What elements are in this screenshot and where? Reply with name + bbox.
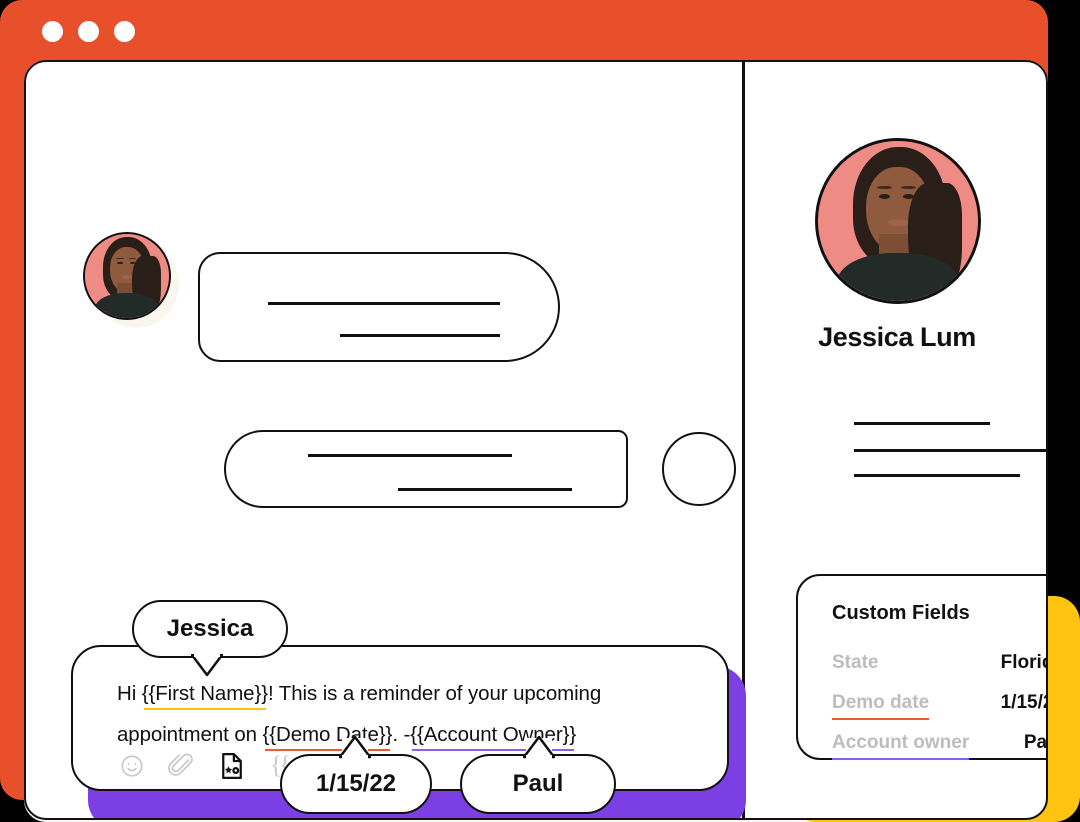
callout-tail	[191, 654, 223, 677]
callout-demo-date-label: 1/15/22	[315, 770, 397, 797]
custom-fields-card: Custom Fields State Florida Demo date 1/…	[796, 574, 1048, 760]
profile-placeholder-line	[854, 422, 990, 425]
callout-author[interactable]: Jessica	[132, 600, 288, 677]
window-titlebar	[0, 0, 1048, 62]
avatar-photo	[85, 234, 169, 318]
custom-field-value: Florida	[1000, 652, 1046, 673]
template-icon[interactable]	[217, 751, 247, 781]
composer-message-text[interactable]: Hi {{First Name}}! This is a reminder of…	[117, 673, 697, 755]
profile-placeholder-line	[854, 474, 1020, 477]
custom-field-key: Account owner	[832, 732, 970, 760]
avatar-ring	[83, 232, 171, 320]
window-maximize-button[interactable]	[114, 20, 135, 42]
incoming-message-bubble[interactable]	[198, 252, 560, 362]
profile-avatar-ring	[815, 138, 981, 304]
message-placeholder-line	[308, 454, 512, 457]
msg-seg-2: ! This is a reminder of your upcoming	[267, 682, 602, 705]
conversation-panel: Hi {{First Name}}! This is a reminder of…	[26, 62, 746, 818]
profile-avatar[interactable]	[815, 138, 981, 304]
custom-field-row-account-owner[interactable]: Account owner Paul	[832, 728, 1048, 760]
custom-field-row-state[interactable]: State Florida	[832, 648, 1046, 678]
callout-demo-date[interactable]: 1/15/22	[280, 736, 432, 814]
profile-placeholder-line	[854, 449, 1046, 452]
callout-tail	[523, 736, 555, 759]
window-close-button[interactable]	[42, 20, 63, 42]
message-placeholder-line	[340, 334, 500, 337]
callout-account-owner[interactable]: Paul	[460, 736, 616, 814]
emoji-icon[interactable]	[119, 753, 145, 779]
outgoing-avatar-placeholder	[662, 432, 736, 506]
window-minimize-button[interactable]	[78, 20, 99, 42]
callout-author-label: Jessica	[166, 615, 254, 642]
custom-field-value: 1/15/22	[1000, 692, 1046, 713]
custom-field-row-demo-date[interactable]: Demo date 1/15/22	[832, 688, 1046, 720]
msg-seg-4: . -	[392, 723, 411, 746]
app-window: Hi {{First Name}}! This is a reminder of…	[0, 0, 1080, 822]
callout-tail	[339, 736, 371, 759]
callout-account-owner-label: Paul	[512, 770, 564, 797]
message-placeholder-line	[398, 488, 572, 491]
profile-avatar-photo	[818, 141, 978, 301]
content-sheet: Hi {{First Name}}! This is a reminder of…	[24, 60, 1048, 820]
outgoing-message-bubble[interactable]	[224, 430, 628, 508]
custom-fields-title: Custom Fields	[832, 602, 970, 624]
merge-token-first-name[interactable]: {{First Name}}	[142, 682, 268, 705]
custom-field-value: Paul	[1023, 732, 1048, 753]
profile-name: Jessica Lum	[818, 322, 976, 352]
message-placeholder-line	[268, 302, 500, 305]
message-avatar	[83, 232, 179, 328]
msg-seg-3: appointment on	[117, 723, 263, 746]
profile-panel: Jessica Lum Custom Fields State Florida …	[744, 62, 1048, 818]
custom-field-key: Demo date	[832, 692, 930, 720]
custom-field-key: State	[832, 652, 879, 673]
merge-token-demo-date[interactable]: {{Demo Date}}	[263, 723, 393, 746]
attachment-icon[interactable]	[168, 753, 194, 779]
msg-seg-1: Hi	[117, 682, 142, 705]
